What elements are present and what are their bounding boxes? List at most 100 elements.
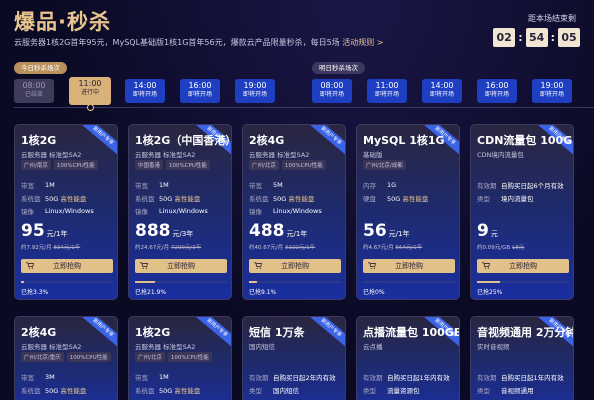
spec-key: 系统盘 <box>21 194 41 203</box>
spec-value-text: 自购买日起2年内有效 <box>273 373 336 382</box>
countdown-seconds: 05 <box>558 28 580 47</box>
buy-now-button[interactable]: 立即抢购 <box>135 259 227 273</box>
spec-highlight: 高性能盘 <box>174 386 201 395</box>
sold-progress-fill <box>477 281 500 283</box>
product-name: 1核2G <box>135 326 171 339</box>
sold-percentage: 已抢21.9% <box>135 289 167 296</box>
product-specs: 带宽 5M 系统盘 50G 高性能盘 镜像 Linux/Windows <box>249 178 343 217</box>
page-subtitle: 云服务器1核2G首年95元，MySQL基础版1核1G首年56元，爆款云产品限量秒… <box>14 38 384 47</box>
cart-icon <box>254 262 262 269</box>
session-time: 14:00 <box>133 81 157 90</box>
price-unit: 元/3年 <box>172 230 194 238</box>
per-price: 约24.67元/月 <box>135 245 170 251</box>
sold-progress-bar <box>249 281 341 283</box>
session-tab[interactable]: 14:00 即将开场 <box>125 79 165 103</box>
session-tab[interactable]: 11:00 即将开场 <box>367 79 407 103</box>
session-time: 11:00 <box>375 81 399 90</box>
spec-row: 系统盘 50G 高性能盘 <box>249 191 343 204</box>
current-session-marker <box>87 104 94 111</box>
countdown-label: 距本场结束剩 <box>528 14 576 23</box>
rules-link[interactable]: 活动规则 > <box>342 38 383 47</box>
buy-now-button[interactable]: 立即抢购 <box>249 259 341 273</box>
product-tag: 100%CPU性能 <box>53 160 98 170</box>
product-tag: 广州/北京/成都 <box>363 160 406 170</box>
sold-progress-bar <box>363 281 455 283</box>
spec-value: Linux/Windows <box>159 207 208 215</box>
price-per-month: 约7.92元/月 834元/1年 <box>21 243 80 251</box>
session-status: 即将开场 <box>132 91 157 98</box>
session-tab[interactable]: 08:00 即将开场 <box>312 79 352 103</box>
buy-label: 立即抢购 <box>53 262 81 270</box>
session-status: 即将开场 <box>242 91 267 98</box>
product-card: 新用户专享 2核4G 云服务器 标准型SA2 广州/北京 100%CPU性能 带宽 5M 系统… <box>242 124 346 300</box>
session-tab[interactable]: 16:00 即将开场 <box>477 79 517 103</box>
spec-key: 系统盘 <box>135 194 155 203</box>
spec-value: 自购买日起1年内有效 <box>501 372 564 382</box>
product-tag: 广州/南京 <box>21 160 51 170</box>
spec-value: 自购买日起1年内有效 <box>387 372 450 382</box>
session-status: 已结束 <box>24 91 43 98</box>
product-specs: 带宽 1M 系统盘 50G 高性能盘镜像Linux/Windows <box>135 370 229 400</box>
spec-row: 镜像 Linux/Windows <box>135 204 229 217</box>
buy-now-button[interactable]: 立即抢购 <box>363 259 455 273</box>
product-tag: 100%CPU性能 <box>66 352 111 362</box>
spec-value: 音视频通用 <box>501 385 534 395</box>
product-tags: 广州/北京 100%CPU性能 <box>135 352 212 362</box>
product-tags: 广州/北京/成都 <box>363 160 406 170</box>
spec-key: 内存 <box>363 181 376 190</box>
product-name: 2核4G <box>21 326 57 339</box>
session-time: 11:00 <box>78 79 102 88</box>
product-subtitle: CDN境内流量包 <box>477 151 524 159</box>
spec-value-text: 50G <box>159 386 175 395</box>
product-tag: 广州/北京 <box>135 352 165 362</box>
spec-value: 5M <box>273 181 283 189</box>
product-tags: 广州/北京/重庆 100%CPU性能 <box>21 352 111 362</box>
product-name: 音视频通用 2万分钟 <box>477 326 574 339</box>
spec-value: 境内流量包 <box>501 193 534 203</box>
product-subtitle: 基础版 <box>363 151 383 159</box>
price-number: 9 <box>477 221 489 241</box>
new-user-badge: 新用户专享 <box>306 317 345 350</box>
session-tab[interactable]: 11:00 进行中 <box>69 77 111 105</box>
spec-value: 3M <box>45 373 55 381</box>
product-price: 888 元/3年 <box>135 221 193 241</box>
spec-row: 镜像 Linux/Windows <box>21 204 115 217</box>
session-tab[interactable]: 16:00 即将开场 <box>180 79 220 103</box>
buy-label: 立即抢购 <box>395 262 423 270</box>
sold-percentage: 已抢25% <box>477 289 503 296</box>
per-price: 约40.67元/月 <box>249 245 284 251</box>
product-subtitle: 云服务器 标准型SA2 <box>21 151 82 159</box>
original-price: 564元/1年 <box>395 245 423 251</box>
session-time: 16:00 <box>188 81 212 90</box>
product-tag: 100%CPU性能 <box>166 160 210 170</box>
buy-now-button[interactable]: 立即抢购 <box>477 259 569 273</box>
spec-key: 有效期 <box>363 373 383 382</box>
spec-key: 带宽 <box>135 373 148 382</box>
spec-row: 带宽 3M <box>21 370 115 383</box>
product-name: 短信 1万条 <box>249 326 305 339</box>
product-tag: 广州/北京 <box>249 160 279 170</box>
product-tag: 100%CPU性能 <box>167 352 212 362</box>
spec-value-text: 50G <box>45 194 61 203</box>
spec-key: 镜像 <box>21 207 34 216</box>
spec-key: 有效期 <box>249 373 269 382</box>
sold-progress-fill <box>21 281 25 283</box>
product-name: 2核4G <box>249 134 285 147</box>
spec-row: 带宽 1M <box>135 370 229 383</box>
spec-value: 50G 高性能盘 <box>273 193 314 203</box>
per-price: 约7.92元/月 <box>21 245 52 251</box>
product-card: 新用户专享 2核4G 云服务器 标准型SA2 广州/北京/重庆 100%CPU性能 带宽 3… <box>14 316 118 400</box>
product-specs: 有效期 自购买日起2年内有效 类型 国内短信 <box>249 370 343 396</box>
product-subtitle: 云服务器 标准型SA2 <box>135 343 196 351</box>
buy-now-button[interactable]: 立即抢购 <box>21 259 113 273</box>
price-unit: 元/1年 <box>388 230 410 238</box>
spec-highlight: 高性能盘 <box>60 194 87 203</box>
session-tab[interactable]: 19:00 即将开场 <box>235 79 275 103</box>
spec-value: Linux/Windows <box>45 207 94 215</box>
spec-row: 带宽 5M <box>249 178 343 191</box>
spec-key: 类型 <box>249 386 262 395</box>
session-tab[interactable]: 08:00 已结束 <box>14 79 54 103</box>
session-tab[interactable]: 14:00 即将开场 <box>422 79 462 103</box>
session-tab[interactable]: 19:00 即将开场 <box>532 79 572 103</box>
spec-row: 硬盘 50G 高性能盘 <box>363 191 457 204</box>
